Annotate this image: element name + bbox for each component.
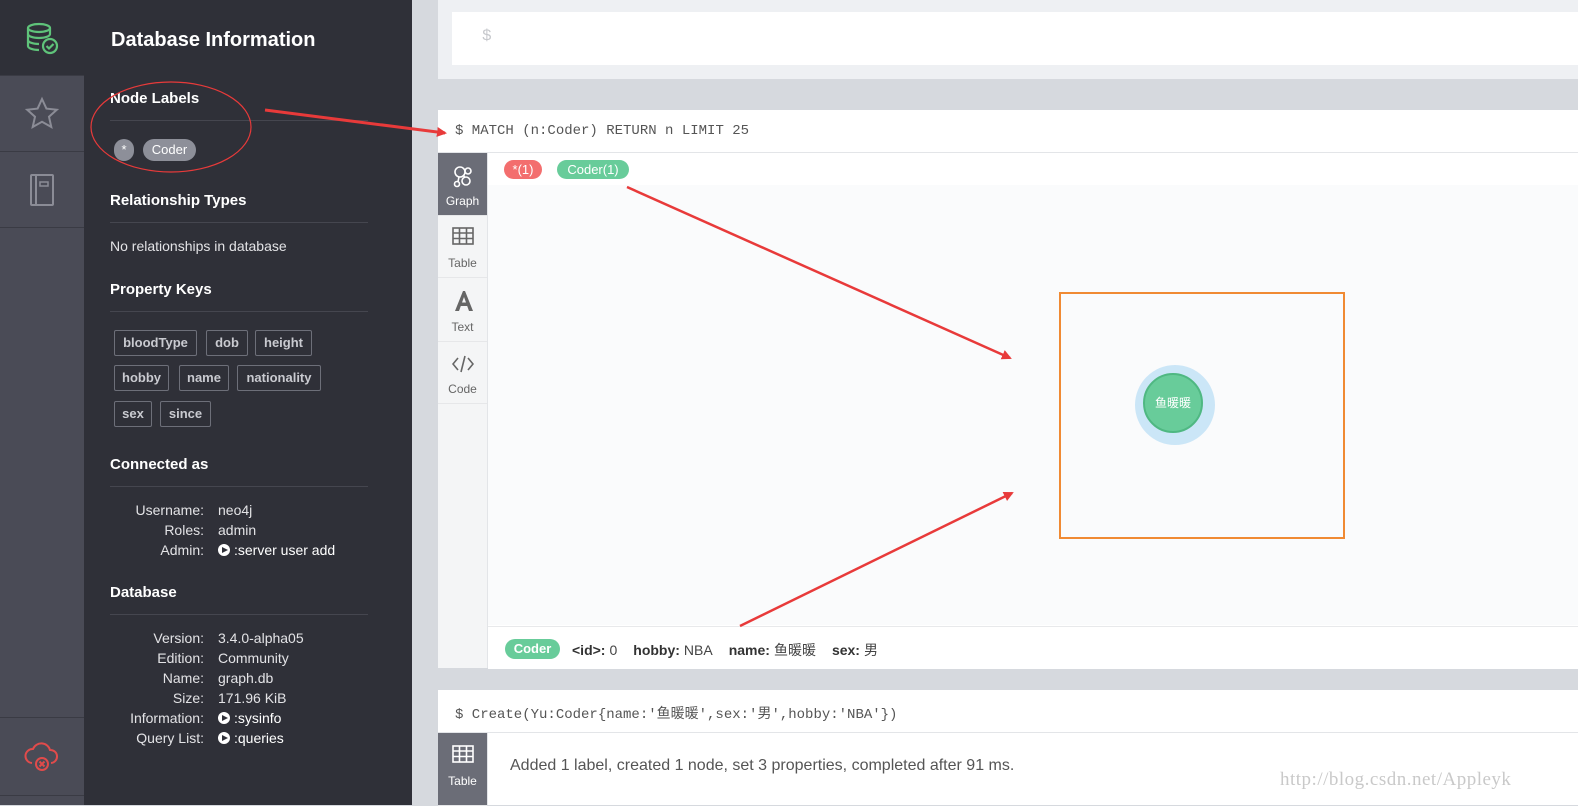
- database-icon: [26, 22, 59, 54]
- divider: [110, 311, 368, 312]
- play-icon: [218, 732, 230, 744]
- tab-code[interactable]: Code: [438, 341, 487, 404]
- version-value: 3.4.0-alpha05: [218, 630, 304, 646]
- divider: [110, 120, 368, 121]
- prop-value-id: 0: [609, 642, 618, 658]
- property-keys-heading: Property Keys: [110, 281, 212, 298]
- table-icon: [452, 227, 474, 245]
- document-icon: [30, 173, 54, 206]
- connected-as-heading: Connected as: [110, 456, 209, 473]
- rail-tab-connection[interactable]: [0, 717, 84, 796]
- prop-key-id: <id>:: [572, 642, 606, 658]
- node-properties: <id>: 0 hobby: NBA name: 鱼暖暖 sex: 男: [572, 640, 878, 660]
- query-input[interactable]: [452, 12, 1578, 65]
- database-heading: Database: [110, 584, 177, 601]
- divider: [110, 222, 368, 223]
- admin-command-link[interactable]: :server user add: [218, 542, 335, 558]
- property-key-name[interactable]: name: [179, 365, 229, 391]
- name-value: graph.db: [218, 670, 274, 686]
- play-icon: [218, 544, 230, 556]
- icon-rail: [0, 0, 84, 805]
- query-editor: $: [438, 0, 1578, 79]
- sidebar-title: Database Information: [111, 29, 316, 51]
- star-icon: [24, 96, 60, 129]
- tab-code-label: Code: [448, 382, 477, 396]
- tab-table-label: Table: [448, 774, 477, 788]
- divider: [110, 614, 368, 615]
- size-key: Size:: [172, 690, 204, 706]
- node-labels-heading: Node Labels: [110, 90, 200, 107]
- view-tabs: Graph Table Text Code: [438, 153, 488, 668]
- prop-key-name: name:: [728, 642, 770, 658]
- database-info-sidebar: Database Information Node Labels * Coder…: [84, 0, 412, 805]
- property-key-bloodtype[interactable]: bloodType: [114, 330, 197, 356]
- sysinfo-text: :sysinfo: [234, 710, 282, 726]
- cloud-disconnected-icon: [24, 741, 58, 771]
- tab-text[interactable]: Text: [438, 277, 487, 342]
- table-icon: [452, 745, 474, 763]
- property-key-since[interactable]: since: [160, 401, 211, 427]
- graph-canvas[interactable]: 鱼暖暖: [488, 185, 1578, 625]
- property-key-nationality[interactable]: nationality: [237, 365, 321, 391]
- text-icon: [455, 291, 473, 311]
- prop-key-hobby: hobby:: [633, 642, 680, 658]
- no-relationships-text: No relationships in database: [110, 238, 287, 254]
- admin-key: Admin:: [160, 542, 204, 558]
- queries-link[interactable]: :queries: [218, 730, 284, 746]
- property-key-sex[interactable]: sex: [114, 401, 152, 427]
- name-key: Name:: [162, 670, 204, 686]
- tab-text-label: Text: [451, 320, 474, 334]
- query-list-key: Query List:: [136, 730, 204, 746]
- property-key-height[interactable]: height: [255, 330, 312, 356]
- queries-text: :queries: [234, 730, 284, 746]
- main-stream: $ $ MATCH (n:Coder) RETURN n LIMIT 25 Gr…: [412, 0, 1578, 806]
- result-label-bar: *(1) Coder(1): [488, 153, 1578, 186]
- frame-header-divider: [438, 732, 1578, 733]
- frame-command[interactable]: $ MATCH (n:Coder) RETURN n LIMIT 25: [455, 123, 749, 139]
- divider: [110, 486, 368, 487]
- node-label-coder[interactable]: Coder: [143, 139, 196, 161]
- relationship-types-heading: Relationship Types: [110, 192, 247, 209]
- label-pill-coder[interactable]: Coder(1): [557, 160, 629, 179]
- username-value: neo4j: [218, 502, 253, 518]
- tab-graph-label: Graph: [445, 194, 480, 208]
- create-result-message: Added 1 label, created 1 node, set 3 pro…: [510, 757, 1015, 774]
- admin-command-text: :server user add: [234, 542, 336, 558]
- property-key-dob[interactable]: dob: [206, 330, 248, 356]
- graph-icon: [453, 166, 472, 188]
- prop-key-sex: sex:: [831, 642, 860, 658]
- frame-command[interactable]: $ Create(Yu:Coder{name:'鱼暖暖',sex:'男',hob…: [455, 703, 897, 723]
- edition-value: Community: [218, 650, 289, 666]
- sysinfo-link[interactable]: :sysinfo: [218, 710, 281, 726]
- version-key: Version:: [153, 630, 204, 646]
- tab-table-label: Table: [448, 256, 477, 270]
- prop-value-sex: 男: [863, 642, 878, 658]
- tab-table[interactable]: Table: [438, 215, 487, 278]
- roles-key: Roles:: [164, 522, 204, 538]
- edition-key: Edition:: [157, 650, 204, 666]
- prop-value-hobby: NBA: [683, 642, 713, 658]
- tab-table[interactable]: Table: [438, 733, 487, 806]
- node-properties-bar: Coder <id>: 0 hobby: NBA name: 鱼暖暖 sex: 男: [488, 626, 1578, 669]
- roles-value: admin: [218, 522, 257, 538]
- rail-tab-documents[interactable]: [0, 152, 84, 228]
- label-pill-all[interactable]: *(1): [504, 160, 542, 179]
- view-tabs: Table: [438, 733, 488, 806]
- code-icon: [452, 355, 474, 373]
- size-value: 171.96 KiB: [218, 690, 287, 706]
- graph-node[interactable]: 鱼暖暖: [1143, 373, 1203, 433]
- editor-prompt: $: [482, 27, 492, 45]
- node-label-all[interactable]: *: [114, 139, 134, 161]
- property-label-coder[interactable]: Coder: [505, 639, 560, 659]
- result-frame-match: $ MATCH (n:Coder) RETURN n LIMIT 25 Grap…: [438, 110, 1578, 669]
- play-icon: [218, 712, 230, 724]
- tab-graph[interactable]: Graph: [438, 153, 487, 216]
- prop-value-name: 鱼暖暖: [773, 642, 816, 658]
- information-key: Information:: [130, 710, 204, 726]
- rail-tab-favorites[interactable]: [0, 76, 84, 152]
- property-key-hobby[interactable]: hobby: [114, 365, 169, 391]
- watermark: http://blog.csdn.net/Appleyk: [1280, 769, 1512, 790]
- username-key: Username:: [135, 502, 204, 518]
- rail-tab-database[interactable]: [0, 0, 84, 76]
